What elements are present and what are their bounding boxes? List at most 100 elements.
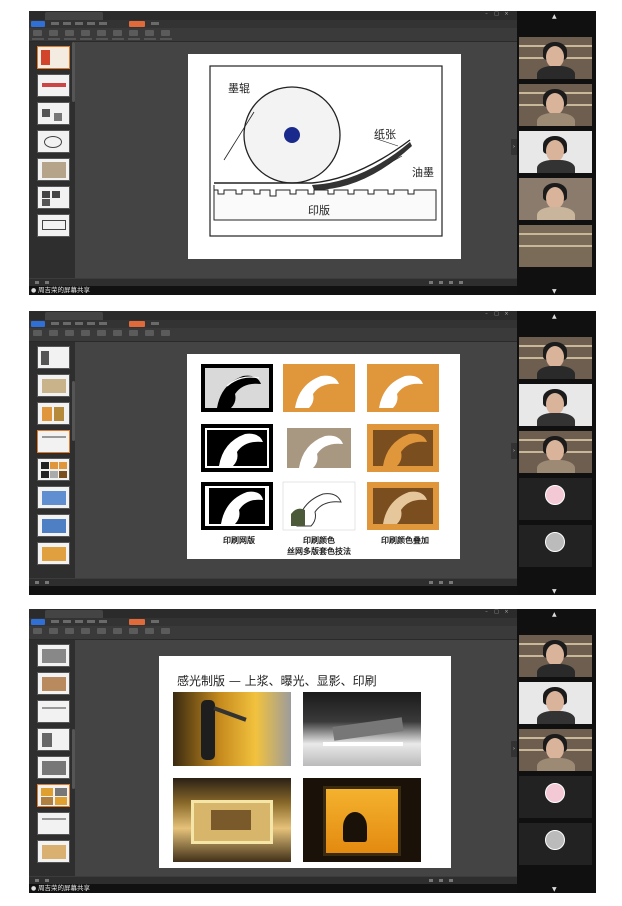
ribbon-button[interactable] [81,628,90,634]
menu-item-active[interactable] [129,21,145,27]
collapse-panel-button[interactable]: › [511,741,517,757]
ribbon-button[interactable] [81,330,90,336]
menu-item[interactable] [99,322,107,325]
menu-item[interactable] [51,22,59,25]
menu-item[interactable] [51,322,59,325]
ribbon-button[interactable] [65,30,74,36]
ribbon-button[interactable] [145,330,154,336]
slide-thumbnail[interactable] [37,186,70,209]
ribbon-button[interactable] [49,628,58,634]
slide-thumbnail[interactable] [37,214,70,237]
ribbon-button[interactable] [129,30,138,36]
menu-item[interactable] [75,620,83,623]
participant-video[interactable] [519,384,592,426]
maximize-icon[interactable]: □ [494,610,499,615]
menu-item[interactable] [87,22,95,25]
ribbon-button[interactable] [145,30,154,36]
participant-video[interactable] [519,635,592,677]
slide-thumbnail[interactable] [37,430,70,453]
maximize-icon[interactable]: □ [494,312,499,317]
ribbon-button[interactable] [33,30,42,36]
ribbon-button[interactable] [33,628,42,634]
scroll-down-icon[interactable]: ▼ [552,588,557,595]
menu-item[interactable] [87,322,95,325]
participant-avatar[interactable] [519,478,592,520]
ribbon-button[interactable] [97,330,106,336]
slide-thumbnail[interactable] [37,102,70,125]
ribbon-button[interactable] [65,330,74,336]
menu-item-active[interactable] [129,321,145,327]
menu-item[interactable] [151,322,159,325]
menu-item[interactable] [151,22,159,25]
ribbon-button[interactable] [129,628,138,634]
menu-item[interactable] [51,620,59,623]
ribbon-button[interactable] [129,330,138,336]
slide-thumbnail[interactable] [37,644,70,667]
participant-video[interactable] [519,729,592,771]
slide-thumbnail[interactable] [37,672,70,695]
menu-item[interactable] [99,22,107,25]
slide-thumbnail[interactable] [37,728,70,751]
slide-thumbnail[interactable] [37,756,70,779]
menu-item[interactable] [75,322,83,325]
maximize-icon[interactable]: □ [494,12,499,17]
close-icon[interactable]: × [504,312,509,317]
slide-thumbnail[interactable] [37,74,70,97]
menu-item[interactable] [63,22,71,25]
menu-item[interactable] [63,322,71,325]
scroll-up-icon[interactable]: ▲ [552,13,557,20]
ribbon-button[interactable] [97,30,106,36]
slide-thumbnail[interactable] [37,130,70,153]
ribbon-button[interactable] [113,30,122,36]
ribbon-button[interactable] [113,628,122,634]
ribbon-button[interactable] [161,330,170,336]
participant-video[interactable] [519,131,592,173]
file-menu-button[interactable] [31,619,45,625]
participant-video[interactable] [519,225,592,267]
menu-item[interactable] [99,620,107,623]
collapse-panel-button[interactable]: › [511,139,517,155]
close-icon[interactable]: × [504,610,509,615]
menu-item[interactable] [87,620,95,623]
slide-thumbnail[interactable] [37,486,70,509]
minimize-icon[interactable]: – [484,312,489,317]
participant-avatar[interactable] [519,776,592,818]
document-tab[interactable] [45,610,103,618]
scroll-up-icon[interactable]: ▲ [552,611,557,618]
participant-video[interactable] [519,337,592,379]
ribbon-button[interactable] [33,330,42,336]
slide-thumbnail[interactable] [37,374,70,397]
scroll-up-icon[interactable]: ▲ [552,313,557,320]
participant-avatar[interactable] [519,823,592,865]
ribbon-button[interactable] [65,628,74,634]
participant-video[interactable] [519,682,592,724]
ribbon-button[interactable] [97,628,106,634]
participant-video[interactable] [519,37,592,79]
collapse-panel-button[interactable]: › [511,443,517,459]
slide-thumbnail[interactable] [37,46,70,69]
participant-video[interactable] [519,431,592,473]
slide-thumbnail[interactable] [37,542,70,565]
scroll-down-icon[interactable]: ▼ [552,288,557,295]
menu-item[interactable] [151,620,159,623]
ribbon-button[interactable] [113,330,122,336]
minimize-icon[interactable]: – [484,12,489,17]
slide-thumbnail[interactable] [37,812,70,835]
slide-thumbnail[interactable] [37,700,70,723]
ribbon-button[interactable] [145,628,154,634]
file-menu-button[interactable] [31,21,45,27]
scroll-down-icon[interactable]: ▼ [552,886,557,893]
slide-thumbnail[interactable] [37,514,70,537]
menu-item[interactable] [63,620,71,623]
menu-item-active[interactable] [129,619,145,625]
minimize-icon[interactable]: – [484,610,489,615]
menu-item[interactable] [75,22,83,25]
ribbon-button[interactable] [161,628,170,634]
document-tab[interactable] [45,12,103,20]
close-icon[interactable]: × [504,12,509,17]
ribbon-button[interactable] [49,330,58,336]
participant-video[interactable] [519,178,592,220]
document-tab[interactable] [45,312,103,320]
ribbon-button[interactable] [161,30,170,36]
ribbon-button[interactable] [81,30,90,36]
